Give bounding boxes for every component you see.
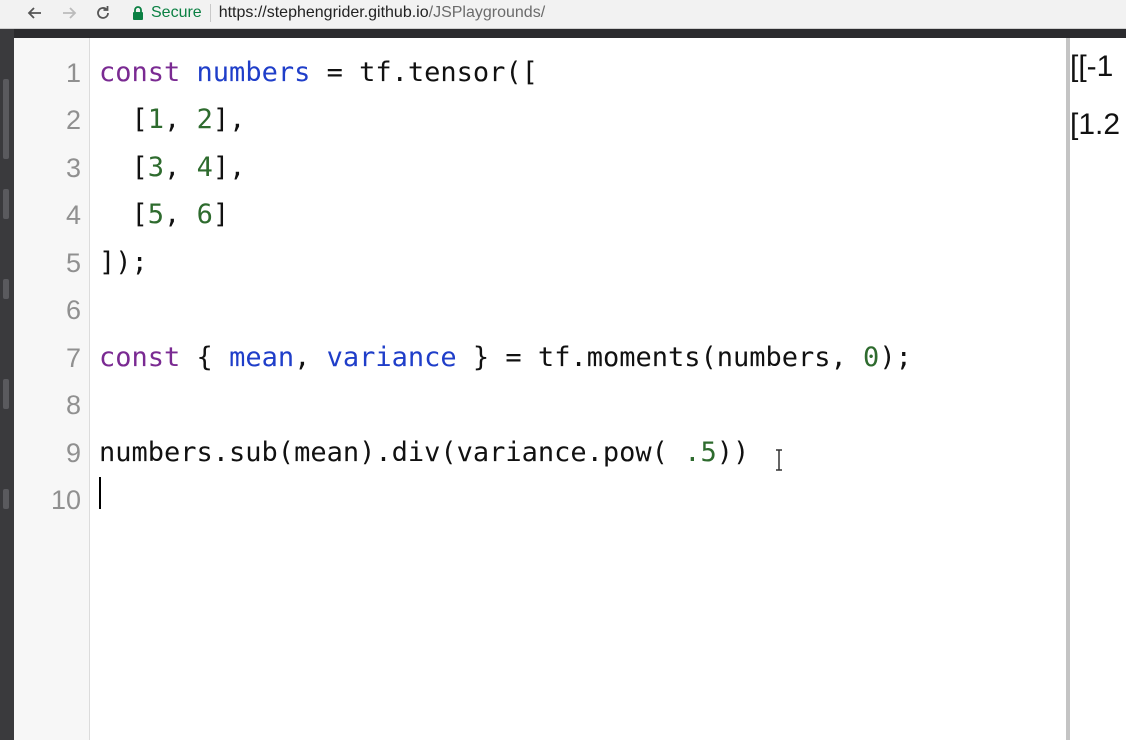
number-literal: 4: [196, 152, 213, 183]
number-literal: .5: [684, 437, 717, 468]
number-literal: 1: [147, 104, 165, 135]
code-text: [: [99, 152, 148, 183]
code-text: );: [879, 342, 912, 373]
line-number: 4: [65, 200, 81, 230]
url-path: /JSPlaygrounds/: [428, 4, 546, 21]
code-line-4[interactable]: [5, 6]: [99, 199, 230, 231]
code-text: } = tf.moments(numbers,: [456, 342, 864, 373]
line-number: 10: [50, 485, 81, 515]
code-text: )): [716, 437, 750, 468]
code-text: ,: [164, 199, 197, 230]
keyword-const: const: [99, 57, 181, 88]
number-literal: 5: [147, 199, 165, 230]
secure-label: Secure: [151, 4, 202, 21]
code-editor[interactable]: 1 2 3 4 5 6 7 8 9 10 const numbers = tf.…: [14, 38, 1066, 740]
code-text: ]: [212, 199, 230, 230]
variable-variance: variance: [326, 342, 457, 373]
reload-icon[interactable]: [92, 2, 114, 24]
line-number: 7: [65, 343, 81, 373]
variable-mean: mean: [229, 342, 295, 373]
number-literal: 0: [863, 342, 880, 373]
line-number: 2: [65, 105, 81, 135]
code-text: ,: [294, 342, 327, 373]
code-text: ,: [164, 152, 197, 183]
text-cursor: [99, 477, 101, 509]
line-number: 5: [65, 248, 81, 278]
line-number: 3: [65, 153, 81, 183]
output-line-1: [[-1: [1070, 50, 1114, 83]
number-literal: 2: [196, 104, 213, 135]
keyword-const: const: [99, 342, 181, 373]
code-text: {: [180, 342, 230, 373]
output-pane: [[-1 [1.2: [1070, 38, 1126, 740]
lock-icon: [132, 6, 144, 20]
url-host: https://stephengrider.github.io: [218, 4, 429, 21]
output-line-2: [1.2: [1070, 108, 1121, 141]
mouse-ibeam-icon: [774, 448, 784, 472]
number-literal: 6: [196, 199, 213, 230]
forward-arrow-icon[interactable]: [58, 2, 80, 24]
line-number: 8: [65, 390, 81, 420]
line-number: 1: [65, 58, 81, 88]
line-number-gutter: 1 2 3 4 5 6 7 8 9 10: [14, 38, 90, 740]
code-line-5[interactable]: ]);: [99, 247, 148, 279]
background-window-edge: [0, 29, 14, 740]
line-number: 6: [65, 295, 81, 325]
code-text: ],: [212, 152, 246, 183]
code-text: numbers.sub(mean).div(variance.pow(: [99, 437, 685, 468]
number-literal: 3: [147, 152, 165, 183]
code-line-2[interactable]: [1, 2],: [99, 104, 246, 136]
code-line-1[interactable]: const numbers = tf.tensor([: [99, 57, 538, 89]
browser-toolbar: Secure https://stephengrider.github.io/J…: [0, 0, 1126, 29]
code-text: [: [99, 104, 148, 135]
address-bar[interactable]: Secure https://stephengrider.github.io/J…: [132, 2, 1122, 24]
variable-numbers: numbers: [196, 57, 311, 88]
code-text: [: [99, 199, 148, 230]
back-arrow-icon[interactable]: [24, 2, 46, 24]
line-number: 9: [65, 438, 81, 468]
address-separator: [209, 4, 211, 22]
code-text: = tf.tensor([: [310, 57, 538, 88]
code-line-3[interactable]: [3, 4],: [99, 152, 246, 184]
code-line-9[interactable]: numbers.sub(mean).div(variance.pow( .5)): [99, 437, 749, 469]
code-line-7[interactable]: const { mean, variance } = tf.moments(nu…: [99, 342, 912, 374]
code-text: ],: [212, 104, 246, 135]
code-text: ,: [164, 104, 197, 135]
